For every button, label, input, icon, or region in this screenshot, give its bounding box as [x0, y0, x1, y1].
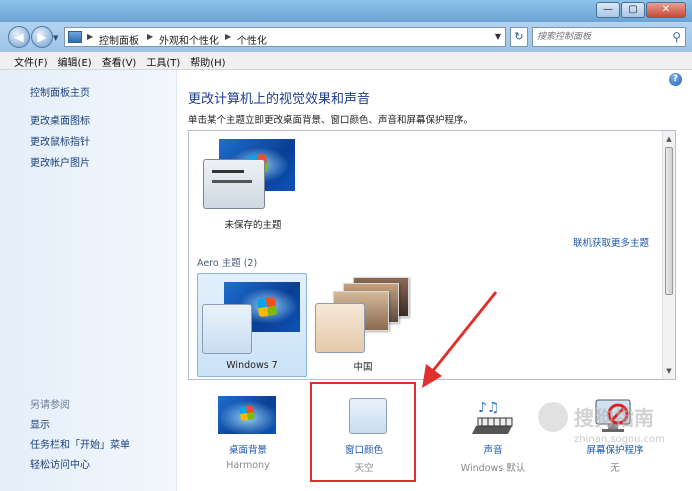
- maximize-button[interactable]: ▢: [621, 2, 645, 18]
- glass-window-icon: [315, 303, 365, 353]
- sidebar-link-mouse-pointer[interactable]: 更改鼠标指针: [30, 133, 90, 148]
- theme-list: 未保存的主题 联机获取更多主题 Aero 主题 (2) Windows 7 中国…: [188, 130, 676, 380]
- minimize-button[interactable]: —: [596, 2, 620, 18]
- aero-section-label: Aero 主题 (2): [197, 258, 258, 269]
- sidebar: 控制面板主页 更改桌面图标 更改鼠标指针 更改帐户图片 另请参阅 显示 任务栏和…: [0, 70, 177, 491]
- back-button[interactable]: ◀: [8, 26, 30, 48]
- watermark-text: 搜狗指南: [574, 406, 654, 430]
- refresh-icon[interactable]: ↻: [510, 27, 528, 47]
- menu-help[interactable]: 帮助(H): [186, 52, 231, 69]
- sidebar-link-ease-of-access[interactable]: 轻松访问中心: [30, 456, 90, 471]
- windows-logo-icon: [256, 296, 278, 318]
- search-box[interactable]: ⚲: [532, 27, 686, 47]
- address-row: ◀ ▶ ▼ ▶ 控制面板 ▶ 外观和个性化 ▶ 个性化 ▼ ↻ ⚲: [0, 22, 692, 52]
- breadcrumb-appearance[interactable]: 外观和个性化: [159, 32, 219, 47]
- menu-file[interactable]: 文件(F): [0, 52, 54, 69]
- watermark-logo-icon: [538, 402, 568, 432]
- search-icon[interactable]: ⚲: [672, 30, 681, 44]
- see-also-heading: 另请参阅: [30, 400, 70, 411]
- sound-icon: ♪♫: [472, 400, 513, 434]
- watermark: 搜狗指南 zhinan.sogou.com: [530, 398, 690, 458]
- desktop-background-icon: [218, 396, 276, 434]
- theme-unsaved[interactable]: 未保存的主题: [203, 139, 303, 231]
- breadcrumb-separator-icon[interactable]: ▶: [225, 32, 231, 41]
- screen-saver-value: 无: [610, 463, 620, 474]
- menu-edit[interactable]: 编辑(E): [54, 52, 98, 69]
- breadcrumb-personalization[interactable]: 个性化: [237, 32, 267, 47]
- menu-bar: 文件(F) 编辑(E) 查看(V) 工具(T) 帮助(H): [0, 52, 692, 70]
- sounds-value: Windows 默认: [460, 463, 526, 474]
- help-icon[interactable]: ?: [669, 73, 682, 86]
- page-title: 更改计算机上的视觉效果和声音: [188, 92, 371, 107]
- scroll-up-icon[interactable]: ▲: [663, 133, 675, 145]
- desktop-background-button[interactable]: 桌面背景 Harmony: [206, 394, 290, 478]
- menu-view[interactable]: 查看(V): [98, 52, 143, 69]
- sidebar-link-taskbar[interactable]: 任务栏和「开始」菜单: [30, 436, 130, 451]
- sidebar-link-home[interactable]: 控制面板主页: [30, 84, 90, 99]
- theme-scrollbar[interactable]: ▲ ▼: [662, 131, 675, 379]
- breadcrumb-separator-icon[interactable]: ▶: [147, 32, 153, 41]
- title-bar: — ▢ ✕: [0, 0, 692, 22]
- forward-button[interactable]: ▶: [31, 26, 53, 48]
- desktop-background-label: 桌面背景: [228, 445, 267, 456]
- page-description: 单击某个主题立即更改桌面背景、窗口颜色、声音和屏幕保护程序。: [188, 115, 474, 126]
- glass-window-icon: [202, 304, 252, 354]
- sidebar-link-display[interactable]: 显示: [30, 416, 50, 431]
- sounds-label: 声音: [483, 445, 503, 456]
- scroll-thumb[interactable]: [665, 147, 673, 295]
- menu-tools[interactable]: 工具(T): [142, 52, 186, 69]
- breadcrumb-control-panel[interactable]: 控制面板: [99, 32, 139, 47]
- window-controls: — ▢ ✕: [596, 2, 686, 18]
- theme-china[interactable]: 中国: [313, 273, 423, 377]
- svg-text:♪♫: ♪♫: [478, 400, 500, 416]
- recent-pages-icon[interactable]: ▼: [53, 34, 58, 42]
- window-thumbnail-icon: [203, 159, 265, 209]
- theme-unsaved-label: 未保存的主题: [224, 220, 282, 231]
- theme-china-label: 中国: [353, 362, 373, 373]
- sidebar-link-desktop-icons[interactable]: 更改桌面图标: [30, 112, 90, 127]
- online-themes-link[interactable]: 联机获取更多主题: [573, 235, 649, 249]
- theme-windows7-label: Windows 7: [226, 360, 278, 371]
- breadcrumb-separator-icon[interactable]: ▶: [87, 32, 93, 41]
- annotation-highlight-box: [310, 382, 416, 482]
- desktop-background-value: Harmony: [226, 460, 270, 471]
- address-bar[interactable]: ▶ 控制面板 ▶ 外观和个性化 ▶ 个性化 ▼: [64, 27, 506, 47]
- close-button[interactable]: ✕: [646, 2, 686, 18]
- search-input[interactable]: [537, 30, 661, 44]
- sidebar-link-account-picture[interactable]: 更改帐户图片: [30, 154, 90, 169]
- sounds-button[interactable]: ♪♫ 声音 Windows 默认: [450, 394, 536, 478]
- watermark-url: zhinan.sogou.com: [574, 434, 666, 445]
- theme-windows7[interactable]: Windows 7: [197, 273, 307, 377]
- control-panel-icon: [68, 31, 82, 43]
- chevron-down-icon[interactable]: ▼: [495, 32, 501, 41]
- scroll-down-icon[interactable]: ▼: [663, 365, 675, 377]
